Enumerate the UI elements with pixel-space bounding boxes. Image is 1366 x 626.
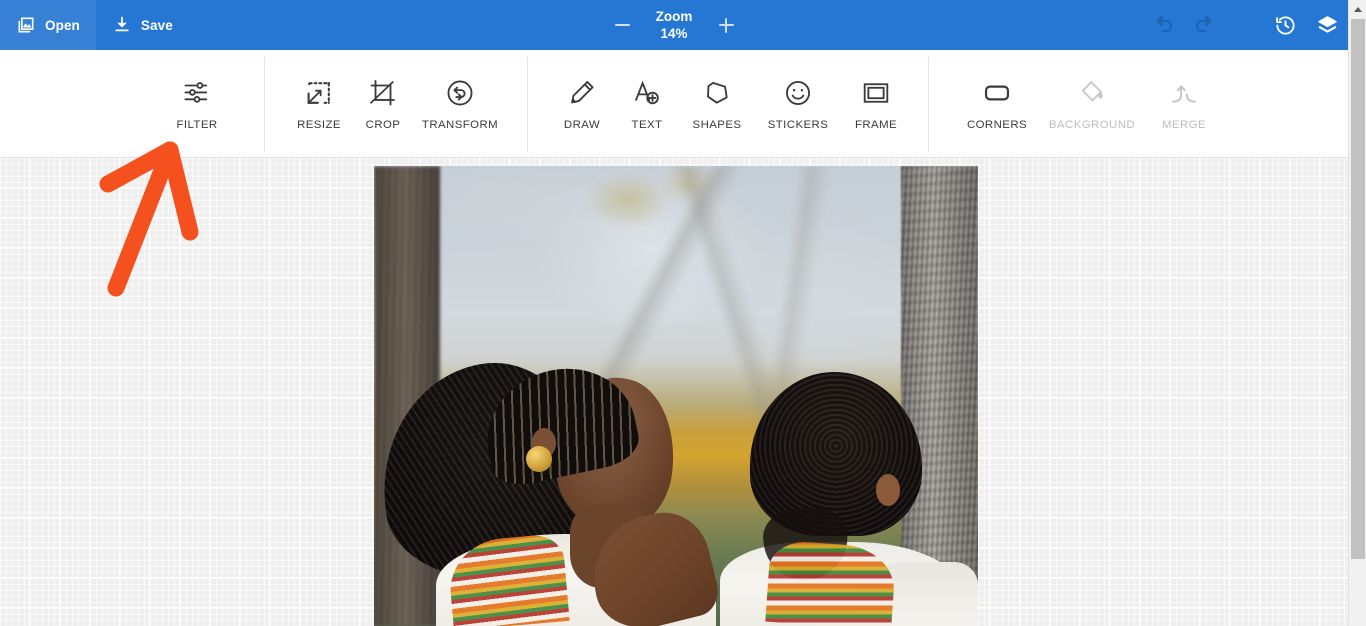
smiley-icon [783, 76, 813, 110]
plus-icon-v [725, 17, 727, 33]
rounded-rect-icon [982, 76, 1012, 110]
minus-icon [614, 24, 630, 26]
layers-icon[interactable] [1306, 0, 1348, 50]
photo-subjects [374, 351, 978, 626]
tool-corners[interactable]: CORNERS [957, 50, 1037, 131]
polygon-icon [702, 76, 732, 110]
photo-man-ear [876, 474, 900, 506]
toolbar-group-geometry: RESIZE CROP TRANSFORM [287, 50, 505, 158]
tool-text-label: TEXT [631, 119, 663, 131]
history-icon[interactable] [1264, 0, 1306, 50]
tool-crop[interactable]: CROP [351, 50, 415, 131]
zoom-control: Zoom 14% [607, 0, 741, 50]
toolbar-group-create: DRAW TEXT SHAPES STICKERS FRAME [548, 50, 912, 158]
tool-filter-label: FILTER [176, 119, 218, 131]
image-editor-app: Open Save Zoom 14% FILTER RESIZE CROP TR… [0, 0, 1366, 626]
image-icon [16, 15, 36, 35]
tool-stickers-label: STICKERS [767, 119, 829, 131]
tool-filter[interactable]: FILTER [165, 50, 229, 131]
toolbar-divider-1 [264, 56, 265, 152]
toolbar-group-canvas: CORNERS BACKGROUND MERGE [957, 50, 1221, 158]
zoom-readout: Zoom 14% [647, 8, 701, 42]
resize-icon [304, 76, 334, 110]
tool-transform-label: TRANSFORM [421, 119, 499, 131]
download-icon [112, 15, 132, 35]
frame-icon [861, 76, 891, 110]
open-button[interactable]: Open [0, 0, 96, 50]
photo-woman-earring [526, 446, 552, 472]
tool-text[interactable]: TEXT [616, 50, 678, 131]
open-button-label: Open [45, 17, 80, 33]
scrollbar-thumb[interactable] [1351, 19, 1365, 559]
pencil-icon [567, 76, 597, 110]
zoom-value: 14% [660, 26, 688, 41]
zoom-in-button[interactable] [711, 8, 741, 42]
editor-canvas[interactable] [0, 158, 1348, 626]
triangle-up-icon [1354, 6, 1362, 12]
toolbar-divider-3 [928, 56, 929, 152]
header-action-icons [1142, 0, 1348, 50]
toolbar-group-filter: FILTER [165, 50, 229, 158]
tool-merge[interactable]: MERGE [1147, 50, 1221, 131]
add-text-icon [632, 76, 662, 110]
tool-stickers[interactable]: STICKERS [756, 50, 840, 131]
transform-icon [445, 76, 475, 110]
crop-icon [368, 76, 398, 110]
header-file-actions: Open Save [0, 0, 189, 50]
tool-corners-label: CORNERS [966, 119, 1028, 131]
tool-transform[interactable]: TRANSFORM [415, 50, 505, 131]
scroll-up-arrow-icon[interactable] [1349, 0, 1366, 18]
save-button-label: Save [140, 17, 173, 33]
tool-crop-label: CROP [365, 119, 401, 131]
tool-frame[interactable]: FRAME [840, 50, 912, 131]
tool-merge-label: MERGE [1161, 119, 1207, 131]
redo-icon[interactable] [1184, 0, 1226, 50]
canvas-image[interactable] [374, 166, 978, 626]
vertical-scrollbar[interactable] [1348, 0, 1366, 626]
tool-shapes[interactable]: SHAPES [678, 50, 756, 131]
editor-toolbar: FILTER RESIZE CROP TRANSFORM DRAW TEXT S… [0, 50, 1348, 158]
zoom-label: Zoom [655, 9, 693, 24]
tool-background[interactable]: BACKGROUND [1037, 50, 1147, 131]
tool-resize-label: RESIZE [297, 119, 341, 131]
tool-draw[interactable]: DRAW [548, 50, 616, 131]
save-button[interactable]: Save [96, 0, 189, 50]
merge-arrow-icon [1169, 76, 1199, 110]
tool-frame-label: FRAME [854, 119, 898, 131]
paint-bucket-icon [1077, 76, 1107, 110]
zoom-out-button[interactable] [607, 8, 637, 42]
undo-icon[interactable] [1142, 0, 1184, 50]
tool-background-label: BACKGROUND [1048, 119, 1136, 131]
toolbar-divider-2 [527, 56, 528, 152]
tool-draw-label: DRAW [563, 119, 601, 131]
app-header: Open Save Zoom 14% [0, 0, 1348, 50]
sliders-icon [182, 76, 212, 110]
tool-shapes-label: SHAPES [692, 119, 742, 131]
tool-resize[interactable]: RESIZE [287, 50, 351, 131]
